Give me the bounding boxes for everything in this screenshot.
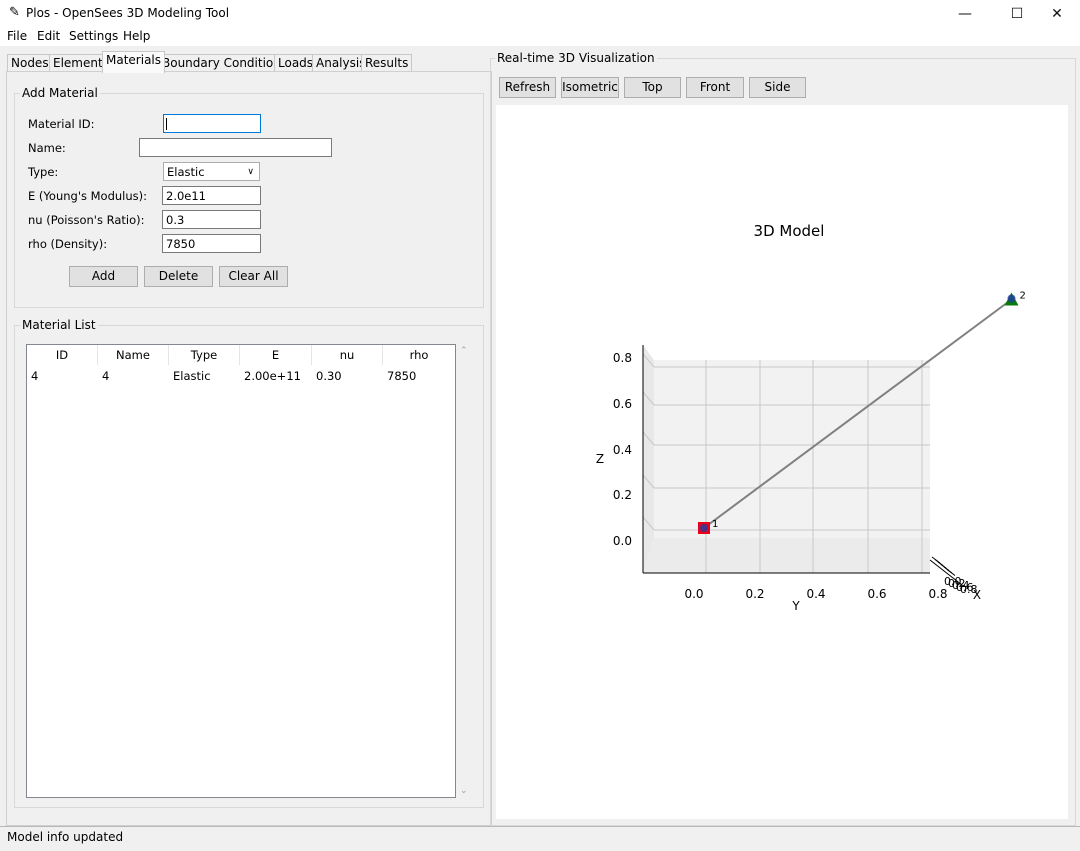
cell-name: 4	[102, 369, 110, 383]
nu-label: nu (Poisson's Ratio):	[28, 213, 145, 227]
top-view-button[interactable]: Top	[624, 77, 681, 98]
feather-app-icon: ✎	[9, 5, 20, 20]
y-tick-label: 0.6	[867, 587, 886, 601]
column-header-type[interactable]: Type	[169, 345, 240, 365]
minimize-button[interactable]: —	[942, 0, 988, 28]
x-axis-label: X	[973, 588, 981, 602]
z-tick-label: 0.8	[613, 351, 632, 365]
z-axis-label: Z	[596, 452, 604, 466]
node-label: 1	[712, 519, 718, 530]
cell-nu: 0.30	[316, 369, 342, 383]
name-label: Name:	[28, 141, 66, 155]
column-header-rho[interactable]: rho	[383, 345, 455, 365]
nu-input[interactable]: 0.3	[162, 210, 261, 229]
cell-e: 2.00e+11	[244, 369, 301, 383]
node-label: 2	[1020, 291, 1026, 302]
visualization-title: Real-time 3D Visualization	[495, 51, 657, 65]
scroll-up-icon[interactable]: ⌃	[460, 346, 468, 356]
floor-pane	[643, 538, 930, 573]
add-material-title: Add Material	[20, 86, 100, 100]
back-pane	[654, 360, 930, 538]
node-dot	[700, 524, 708, 532]
vertical-scrollbar[interactable]: ⌃ ⌄	[456, 344, 473, 798]
column-header-id[interactable]: ID	[27, 345, 98, 365]
status-bar: Model info updated	[0, 826, 1080, 851]
menu-bar: File Edit Settings Help	[0, 28, 1080, 46]
cell-id: 4	[31, 369, 39, 383]
status-text: Model info updated	[7, 830, 124, 844]
clear-all-button[interactable]: Clear All	[219, 266, 288, 287]
scroll-down-icon[interactable]: ⌄	[460, 786, 468, 796]
menu-file[interactable]: File	[7, 29, 27, 43]
name-input[interactable]	[139, 138, 332, 157]
y-tick-label: 0.0	[684, 587, 703, 601]
material-list-title: Material List	[20, 318, 98, 332]
z-tick-label: 0.4	[613, 443, 632, 457]
window-title: Plos - OpenSees 3D Modeling Tool	[26, 6, 230, 20]
refresh-button[interactable]: Refresh	[499, 77, 556, 98]
column-header-name[interactable]: Name	[98, 345, 169, 365]
chevron-down-icon: ∨	[247, 167, 254, 177]
z-tick-label: 0.0	[613, 534, 632, 548]
rho-input[interactable]: 7850	[162, 234, 261, 253]
add-button[interactable]: Add	[69, 266, 138, 287]
material-id-label: Material ID:	[28, 117, 95, 131]
isometric-button[interactable]: Isometric	[561, 77, 619, 98]
side-view-button[interactable]: Side	[749, 77, 806, 98]
title-bar: ✎ Plos - OpenSees 3D Modeling Tool — ☐ ✕	[0, 0, 1080, 28]
y-tick-label: 0.2	[745, 587, 764, 601]
tab-results[interactable]: Results	[361, 54, 413, 72]
material-table[interactable]: ID Name Type E nu rho 4 4 Elastic 2.00e+…	[26, 344, 456, 798]
material-id-input[interactable]	[163, 114, 261, 133]
cell-rho: 7850	[387, 369, 417, 383]
menu-edit[interactable]: Edit	[37, 29, 60, 43]
z-tick-label: 0.2	[613, 488, 632, 502]
rho-label: rho (Density):	[28, 237, 108, 251]
y-axis-label: Y	[791, 599, 800, 613]
tab-loads[interactable]: Loads	[274, 54, 318, 72]
E-input[interactable]: 2.0e11	[162, 186, 261, 205]
cell-type: Elastic	[173, 369, 211, 383]
column-header-e[interactable]: E	[240, 345, 312, 365]
type-select[interactable]: Elastic ∨	[163, 162, 260, 181]
menu-help[interactable]: Help	[123, 29, 150, 43]
left-pane	[643, 345, 654, 573]
tab-materials[interactable]: Materials	[102, 51, 166, 73]
text-caret	[166, 118, 167, 130]
tab-nodes[interactable]: Nodes	[7, 54, 53, 72]
chart-title: 3D Model	[754, 222, 825, 240]
tab-boundary-conditions[interactable]: Boundary Conditions	[158, 54, 292, 72]
y-tick-label: 0.4	[806, 587, 825, 601]
type-label: Type:	[28, 165, 59, 179]
y-tick-label: 0.8	[928, 587, 947, 601]
front-view-button[interactable]: Front	[686, 77, 744, 98]
column-header-nu[interactable]: nu	[312, 345, 383, 365]
3d-plot-svg: 0.00.20.40.60.80.0 0.2 0.4 0.6 0.80.00.20.40…	[596, 222, 1026, 613]
E-label: E (Young's Modulus):	[28, 189, 148, 203]
close-button[interactable]: ✕	[1034, 0, 1080, 28]
z-tick-label: 0.6	[613, 397, 632, 411]
3d-plot-canvas[interactable]: 0.0 0.2 0.4 0.6 0.8 0.0 0.2 0.4 0.6 0.8 0.0 0.2 0.4 0…	[496, 105, 1068, 819]
node-dot	[1007, 294, 1016, 303]
menu-settings[interactable]: Settings	[69, 29, 118, 43]
type-select-value: Elastic	[167, 165, 205, 179]
delete-button[interactable]: Delete	[144, 266, 213, 287]
